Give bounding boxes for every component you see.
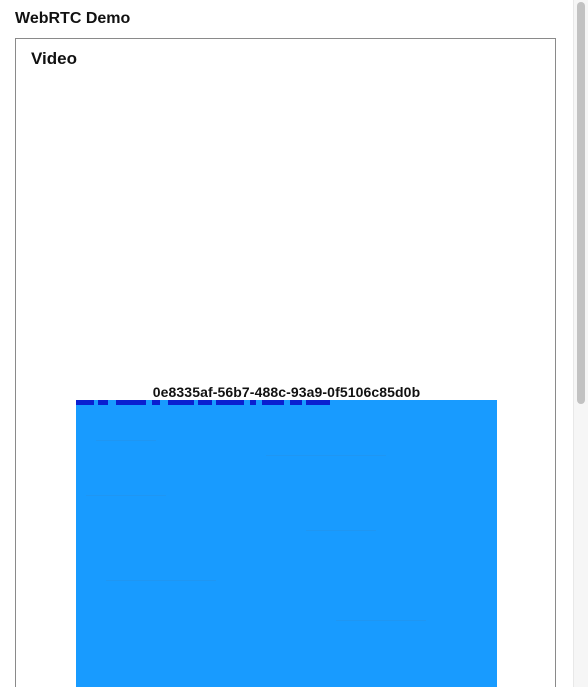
vertical-scrollbar[interactable] (573, 0, 588, 687)
remote-video[interactable] (76, 400, 497, 687)
video-glitch-artifact (76, 400, 336, 405)
page: WebRTC Demo Video 0e8335af-56b7-488c-93a… (0, 0, 588, 687)
app-title: WebRTC Demo (15, 10, 131, 27)
video-section: Video 0e8335af-56b7-488c-93a9-0f5106c85d… (15, 38, 556, 687)
stream-id-label: 0e8335af-56b7-488c-93a9-0f5106c85d0b (152, 384, 421, 400)
scrollbar-thumb[interactable] (577, 2, 585, 404)
section-title: Video (31, 49, 77, 68)
